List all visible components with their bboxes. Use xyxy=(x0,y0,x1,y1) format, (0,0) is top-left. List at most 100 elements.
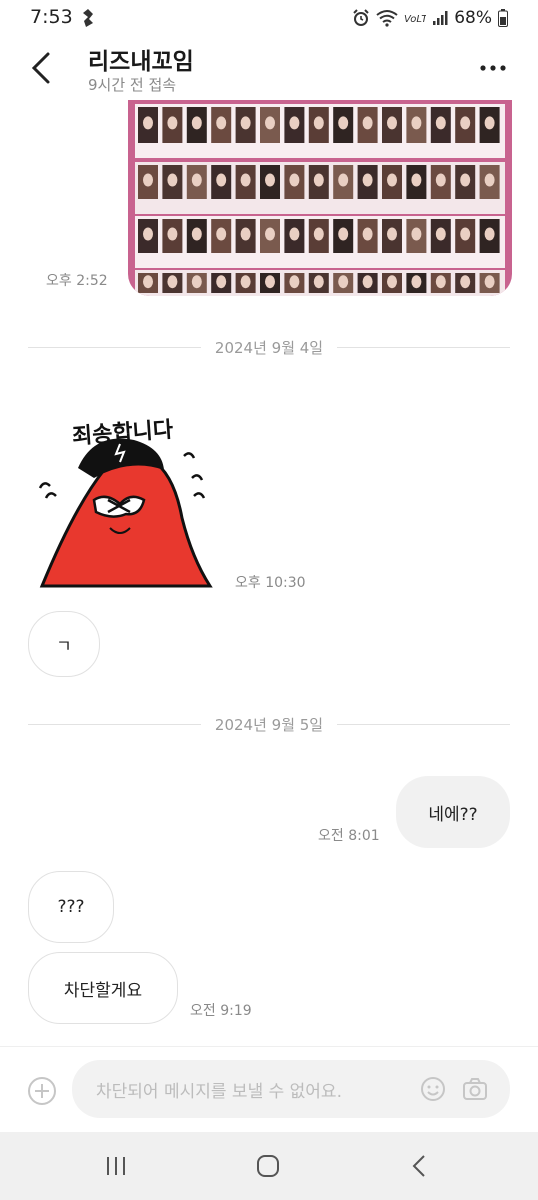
photocard-face xyxy=(265,173,275,187)
photocard-face xyxy=(362,173,373,187)
photocard-face xyxy=(411,173,422,187)
photocard-face xyxy=(338,173,349,187)
photocard-face xyxy=(362,116,373,130)
photocard-face xyxy=(435,227,446,241)
photocard-face xyxy=(460,173,471,187)
date-separator: 2024년 9월 5일 xyxy=(28,714,511,734)
photocard-face xyxy=(387,275,397,289)
photocard-face xyxy=(167,275,178,289)
image-message[interactable] xyxy=(128,100,512,296)
more-options-button[interactable] xyxy=(478,60,508,74)
photocard-face xyxy=(289,173,300,187)
photocard-face xyxy=(338,275,349,289)
photocard-face xyxy=(460,116,471,130)
chat-title: 리즈내꼬임 xyxy=(88,49,194,75)
home-icon xyxy=(257,1155,279,1177)
photocard-face xyxy=(313,173,324,187)
camera-icon xyxy=(463,1078,487,1100)
message-time: 오전 8:01 xyxy=(318,828,380,844)
message-time: 오후 10:30 xyxy=(235,575,306,591)
back-button[interactable] xyxy=(28,50,58,86)
photocard-face xyxy=(216,173,227,187)
message-time: 오전 9:19 xyxy=(190,1003,252,1019)
volte-icon: VoLTE xyxy=(404,14,426,25)
photocard-face xyxy=(191,173,202,187)
nav-back-button[interactable] xyxy=(408,1154,432,1178)
message-bubble-incoming[interactable]: ??? xyxy=(28,871,114,943)
photocard-face xyxy=(240,275,251,289)
photocard-face xyxy=(435,116,446,130)
photocard-face xyxy=(338,227,349,241)
photocard-face xyxy=(167,116,178,130)
photocard-face xyxy=(435,173,446,187)
date-label: 2024년 9월 5일 xyxy=(214,715,324,734)
plus-circle-icon xyxy=(28,1077,56,1105)
photocard-face xyxy=(289,116,300,130)
photocard-face xyxy=(265,275,275,289)
sticker-message[interactable]: 죄송합니다 xyxy=(34,408,224,593)
battery-percent: 68% xyxy=(454,8,492,28)
emoji-button[interactable] xyxy=(420,1076,446,1102)
photocard-face xyxy=(484,275,495,289)
photocard-face xyxy=(435,275,446,289)
photocard-face xyxy=(313,275,324,289)
photocard-face xyxy=(387,227,397,241)
date-label: 2024년 9월 4일 xyxy=(214,338,324,357)
back-arrow-icon xyxy=(412,1155,425,1177)
photocard-face xyxy=(240,227,251,241)
photocard-face xyxy=(411,227,422,241)
photocard-grid-image xyxy=(135,104,505,296)
photocard-face xyxy=(387,173,397,187)
photocard-face xyxy=(216,275,227,289)
photocard-face xyxy=(289,275,300,289)
message-bubble-outgoing[interactable]: 네에?? xyxy=(396,776,510,848)
status-time: 7:53 xyxy=(30,6,73,28)
photocard-face xyxy=(411,275,422,289)
photocard-face xyxy=(143,116,153,130)
recent-apps-icon xyxy=(107,1157,125,1175)
apology-sticker: 죄송합니다 xyxy=(38,417,213,588)
photocard-face xyxy=(265,116,275,130)
photocard-face xyxy=(484,116,495,130)
photocard-face xyxy=(387,116,397,130)
photocard-face xyxy=(143,173,153,187)
photocard-face xyxy=(484,173,495,187)
photocard-face xyxy=(460,227,471,241)
photocard-face xyxy=(289,227,300,241)
wifi-icon xyxy=(376,10,398,27)
notification-icon xyxy=(80,8,96,32)
attach-button[interactable] xyxy=(26,1075,58,1107)
photocard-face xyxy=(460,275,471,289)
alarm-icon xyxy=(353,9,369,26)
photocard-face xyxy=(191,227,202,241)
photocard-face xyxy=(191,275,202,289)
photocard-face xyxy=(265,227,275,241)
photocard-face xyxy=(143,227,153,241)
message-bubble-incoming[interactable]: ㄱ xyxy=(28,611,100,677)
photocard-face xyxy=(240,116,251,130)
photocard-face xyxy=(216,116,227,130)
photocard-face xyxy=(143,275,153,289)
message-time: 오후 2:52 xyxy=(46,273,108,289)
photocard-face xyxy=(484,227,495,241)
battery-icon xyxy=(498,9,508,27)
photocard-face xyxy=(167,173,178,187)
emoji-icon xyxy=(421,1077,445,1101)
home-button[interactable] xyxy=(256,1154,280,1178)
recent-apps-button[interactable] xyxy=(104,1154,128,1178)
input-placeholder: 차단되어 메시지를 보낼 수 없어요. xyxy=(96,1082,342,1102)
message-bubble-incoming[interactable]: 차단할게요 xyxy=(28,952,178,1024)
photocard-face xyxy=(216,227,227,241)
camera-button[interactable] xyxy=(462,1076,488,1102)
photocard-face xyxy=(338,116,349,130)
signal-icon xyxy=(433,11,448,25)
photocard-face xyxy=(191,116,202,130)
status-icons: VoLTE 68% xyxy=(352,8,508,28)
photocard-face xyxy=(362,275,373,289)
last-seen-status: 9시간 전 접속 xyxy=(88,76,177,94)
photocard-face xyxy=(313,116,324,130)
more-icon xyxy=(480,65,506,71)
svg-text:VoLTE: VoLTE xyxy=(404,14,426,25)
photocard-face xyxy=(411,116,422,130)
photocard-face xyxy=(362,227,373,241)
